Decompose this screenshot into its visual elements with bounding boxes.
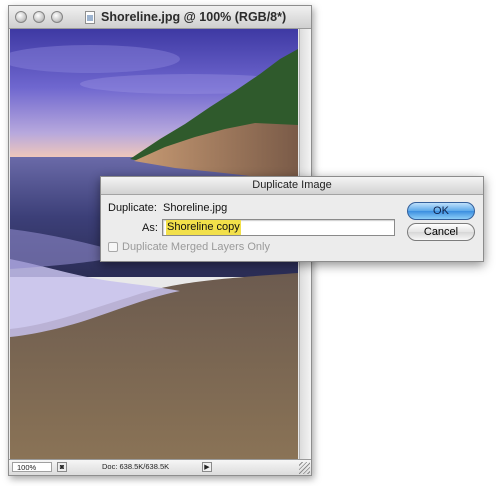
cancel-button[interactable]: Cancel [407,223,475,241]
minimize-icon[interactable] [33,11,45,23]
document-icon[interactable] [85,11,95,24]
document-titlebar[interactable]: Shoreline.jpg @ 100% (RGB/8*) [9,6,311,29]
ok-button[interactable]: OK [407,202,475,220]
as-label: As: [142,222,158,234]
merged-layers-label: Duplicate Merged Layers Only [122,241,270,253]
close-icon[interactable] [15,11,27,23]
dialog-titlebar[interactable]: Duplicate Image [101,177,483,195]
duplicate-label: Duplicate: [108,202,157,214]
duplicate-image-dialog: Duplicate Image Duplicate: Shoreline.jpg… [100,176,484,262]
resize-grip-icon[interactable] [299,462,310,474]
document-title: Shoreline.jpg @ 100% (RGB/8*) [101,10,287,24]
zoom-icon[interactable] [51,11,63,23]
new-name-input[interactable]: Shoreline copy [162,219,395,236]
status-bar: 100% ◙ Doc: 638.5K/638.5K ▶ [9,459,311,475]
duplicate-source-name: Shoreline.jpg [163,202,228,214]
selected-name-text: Shoreline copy [166,220,241,235]
zoom-level-field[interactable]: 100% [12,462,52,472]
merged-layers-checkbox[interactable] [108,242,118,252]
status-menu-arrow-icon[interactable]: ▶ [202,462,212,472]
quick-mask-icon[interactable]: ◙ [57,462,67,472]
document-size-readout: Doc: 638.5K/638.5K [102,462,170,471]
dialog-title: Duplicate Image [252,179,332,191]
